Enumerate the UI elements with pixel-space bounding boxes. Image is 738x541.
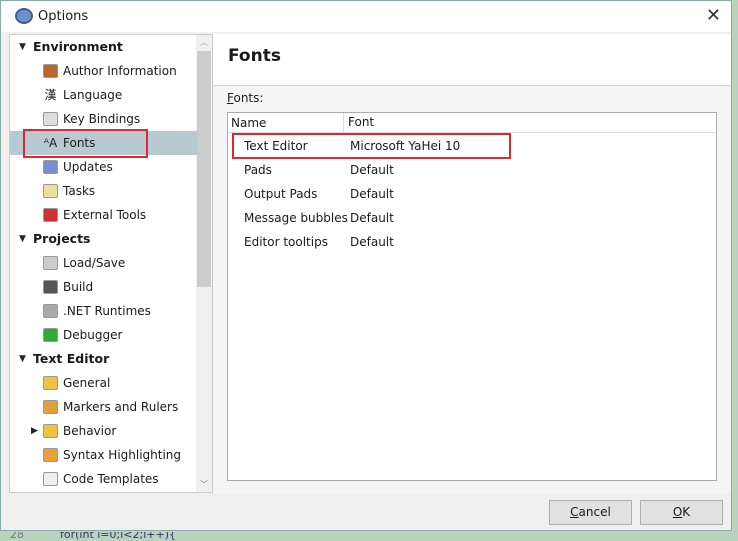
tree-item[interactable]: .NET Runtimes — [10, 299, 198, 323]
item-label: Code Templates — [63, 472, 159, 486]
row-name: Pads — [244, 163, 272, 177]
expand-arrow-icon[interactable]: ▶ — [31, 419, 38, 443]
tree-item[interactable]: Key Bindings — [10, 107, 198, 131]
item-label: Updates — [63, 160, 113, 174]
ok-button[interactable]: OK — [640, 500, 723, 525]
row-font: Default — [350, 235, 394, 249]
edit-icon — [43, 424, 58, 438]
tree-item[interactable]: Syntax Highlighting — [10, 443, 198, 467]
item-label: Tasks — [63, 184, 96, 198]
tree-item[interactable]: Markers and Rulers — [10, 395, 198, 419]
highlight-box — [232, 133, 511, 159]
panel-header: Fonts — [213, 34, 731, 86]
tree-item[interactable]: 漢 Language — [10, 83, 198, 107]
row-name: Editor tooltips — [244, 235, 328, 249]
tree-item[interactable]: External Tools — [10, 203, 198, 227]
item-label: Author Information — [63, 64, 177, 78]
scroll-up-icon[interactable]: ︿ — [200, 37, 208, 48]
item-label: Syntax Highlighting — [63, 448, 182, 462]
window-title: Options — [38, 9, 89, 24]
fonts-label: Fonts: — [227, 91, 264, 105]
row-name: Output Pads — [244, 187, 318, 201]
chinese-char-icon: 漢 — [44, 88, 57, 102]
tree-item[interactable]: Author Information — [10, 59, 198, 83]
item-label: .NET Runtimes — [63, 304, 151, 318]
row-font: Default — [350, 163, 394, 177]
category-label: Text Editor — [33, 351, 110, 366]
item-label: Build — [63, 280, 94, 294]
item-label: Language — [63, 88, 123, 102]
tree-category[interactable]: ▼ Environment — [10, 35, 198, 59]
ruler-icon — [43, 400, 58, 414]
item-label: General — [63, 376, 111, 390]
options-dialog: Options ✕ ︿ ﹀ ▼ Environment Author Informa… — [0, 0, 732, 531]
item-label: Markers and Rulers — [63, 400, 179, 414]
list-row[interactable]: Output Pads Default — [228, 183, 716, 207]
scroll-down-icon[interactable]: ﹀ — [200, 479, 208, 490]
tree-item[interactable]: Tasks — [10, 179, 198, 203]
item-label: Load/Save — [63, 256, 126, 270]
column-header-name[interactable]: Name — [231, 116, 266, 130]
title-bar: Options ✕ — [1, 1, 731, 32]
globe-icon — [43, 160, 58, 174]
edit-icon — [43, 376, 58, 390]
gear-icon — [43, 304, 58, 318]
tree-item[interactable]: Build — [10, 275, 198, 299]
list-header: Name Font — [228, 113, 716, 133]
item-label: External Tools — [63, 208, 147, 222]
list-row[interactable]: Message bubbles Default — [228, 207, 716, 231]
row-font: Default — [350, 211, 394, 225]
close-icon[interactable]: ✕ — [706, 5, 721, 26]
row-name: Message bubbles — [244, 211, 348, 225]
category-label: Environment — [33, 39, 123, 54]
highlight-icon — [43, 448, 58, 462]
clipboard-icon — [43, 184, 58, 198]
tree-item[interactable]: Load/Save — [10, 251, 198, 275]
tree-item[interactable]: ▶ Behavior — [10, 419, 198, 443]
hammer-icon — [43, 280, 58, 294]
item-label: Key Bindings — [63, 112, 141, 126]
highlight-box — [23, 129, 148, 158]
tree-item[interactable]: Code Templates — [10, 467, 198, 491]
tools-icon — [43, 208, 58, 222]
options-tree: ︿ ﹀ ▼ Environment Author Information 漢 Langu… — [9, 34, 213, 493]
item-label: Debugger — [63, 328, 123, 342]
fonts-panel: Fonts Fonts: Name Font Text Editor Micros… — [213, 34, 731, 493]
monkey-icon — [43, 64, 58, 78]
expand-arrow-icon[interactable]: ▼ — [19, 227, 26, 251]
row-font: Default — [350, 187, 394, 201]
bug-icon — [43, 328, 58, 342]
code-line: for(int i=0;i<2;i++){ — [60, 532, 176, 541]
scrollbar-thumb[interactable] — [197, 51, 211, 287]
fonts-list[interactable]: Name Font Text Editor Microsoft YaHei 10 P… — [227, 112, 717, 481]
keyboard-key-icon — [43, 112, 58, 126]
drive-icon — [43, 256, 58, 270]
app-icon — [15, 8, 33, 24]
list-row[interactable]: Editor tooltips Default — [228, 231, 716, 255]
tree-category[interactable]: ▼ Projects — [10, 227, 198, 251]
cancel-button[interactable]: Cancel — [549, 500, 632, 525]
tree-item[interactable]: Debugger — [10, 323, 198, 347]
tree-scrollbar[interactable]: ︿ ﹀ — [196, 35, 212, 492]
tree-item[interactable]: Updates — [10, 155, 198, 179]
tree-category[interactable]: ▼ Text Editor — [10, 347, 198, 371]
expand-arrow-icon[interactable]: ▼ — [19, 347, 26, 371]
expand-arrow-icon[interactable]: ▼ — [19, 35, 26, 59]
list-row[interactable]: Pads Default — [228, 159, 716, 183]
tree-item[interactable]: General — [10, 371, 198, 395]
background-editor: 28 for(int i=0;i<2;i++){ — [0, 532, 738, 541]
column-header-font[interactable]: Font — [343, 113, 374, 132]
item-label: Behavior — [63, 424, 117, 438]
page-title: Fonts — [228, 46, 281, 66]
line-number: 28 — [10, 532, 24, 541]
template-icon — [43, 472, 58, 486]
category-label: Projects — [33, 231, 91, 246]
